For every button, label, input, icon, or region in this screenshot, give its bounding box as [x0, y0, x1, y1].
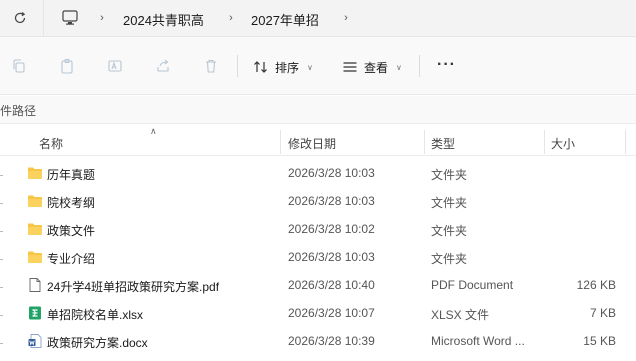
- toolbar-divider: [237, 55, 238, 77]
- chevron-down-icon: ∨: [307, 62, 313, 72]
- address-divider: [43, 0, 44, 37]
- sort-ascending-icon: ∧: [150, 126, 157, 136]
- copy-button[interactable]: [10, 57, 28, 75]
- file-row[interactable]: 政策文件 2026/3/28 10:02 文件夹: [0, 215, 636, 243]
- file-name: 单招院校名单.xlsx: [47, 308, 144, 322]
- file-size: 7 KB: [589, 306, 616, 320]
- view-button[interactable]: 查看 ∨: [342, 57, 402, 77]
- file-modified: 2026/3/28 10:40: [288, 278, 375, 292]
- delete-button[interactable]: [202, 57, 220, 75]
- breadcrumb-item[interactable]: 2024共青职高: [123, 10, 204, 29]
- share-icon: [157, 59, 169, 72]
- address-bar: › 2024共青职高 › 2027年单招 ›: [0, 0, 636, 37]
- file-type: Microsoft Word ...: [431, 334, 525, 348]
- sort-icon: [254, 61, 267, 73]
- file-modified: 2026/3/28 10:03: [288, 250, 375, 264]
- excel-file-icon: [29, 306, 41, 320]
- word-file-icon: [28, 334, 42, 348]
- file-type: 文件夹: [431, 252, 468, 266]
- paste-icon: [61, 58, 73, 74]
- folder-icon: [28, 223, 42, 235]
- breadcrumb-item[interactable]: 2027年单招: [251, 10, 319, 29]
- more-options-button[interactable]: ···: [437, 56, 456, 74]
- folder-icon: [28, 251, 42, 263]
- rename-button[interactable]: [106, 57, 124, 75]
- file-type: 文件夹: [431, 224, 468, 238]
- file-modified: 2026/3/28 10:02: [288, 222, 375, 236]
- sort-label: 排序: [275, 60, 300, 75]
- folder-icon: [28, 195, 42, 207]
- file-row[interactable]: 院校考纲 2026/3/28 10:03 文件夹: [0, 187, 636, 215]
- file-type: XLSX 文件: [431, 308, 490, 322]
- file-row[interactable]: 24升学4班单招政策研究方案.pdf 2026/3/28 10:40 PDF D…: [0, 271, 636, 299]
- column-divider[interactable]: [280, 130, 281, 154]
- file-name: 专业介绍: [47, 252, 96, 266]
- rename-icon: [108, 60, 122, 72]
- file-modified: 2026/3/28 10:03: [288, 194, 375, 208]
- copy-icon: [13, 59, 25, 73]
- column-header-name[interactable]: 名称: [39, 135, 63, 152]
- pdf-file-icon: [29, 278, 41, 292]
- file-type: 文件夹: [431, 196, 468, 210]
- path-row: 件路径: [0, 96, 636, 124]
- chevron-right-icon[interactable]: ›: [341, 11, 351, 25]
- file-size: 15 KB: [583, 334, 616, 348]
- column-header-type[interactable]: 类型: [431, 135, 455, 152]
- file-row[interactable]: 专业介绍 2026/3/28 10:03 文件夹: [0, 243, 636, 271]
- view-label: 查看: [364, 60, 389, 75]
- column-divider[interactable]: [424, 130, 425, 154]
- column-divider[interactable]: [544, 130, 545, 154]
- file-row[interactable]: 政策研究方案.docx 2026/3/28 10:39 Microsoft Wo…: [0, 327, 636, 355]
- refresh-button[interactable]: [9, 7, 31, 29]
- file-modified: 2026/3/28 10:03: [288, 166, 375, 180]
- file-modified: 2026/3/28 10:07: [288, 306, 375, 320]
- chevron-right-icon[interactable]: ›: [226, 11, 236, 25]
- file-name: 政策研究方案.docx: [47, 336, 148, 350]
- navigation-pane-edge[interactable]: [0, 167, 5, 357]
- column-headers: ∧ 名称 修改日期 类型 大小: [0, 126, 636, 156]
- column-header-modified[interactable]: 修改日期: [288, 135, 336, 152]
- refresh-icon: [14, 12, 26, 24]
- folder-icon: [28, 167, 42, 179]
- file-name: 历年真题: [47, 168, 96, 182]
- chevron-down-icon: ∨: [396, 62, 402, 72]
- file-size: 126 KB: [576, 278, 616, 292]
- path-label: 件路径: [0, 104, 37, 118]
- file-type: PDF Document: [431, 278, 514, 292]
- more-icon: ···: [437, 56, 456, 73]
- file-name: 政策文件: [47, 224, 96, 238]
- column-divider[interactable]: [625, 130, 626, 154]
- file-row[interactable]: 单招院校名单.xlsx 2026/3/28 10:07 XLSX 文件 7 KB: [0, 299, 636, 327]
- file-row[interactable]: 历年真题 2026/3/28 10:03 文件夹: [0, 159, 636, 187]
- column-header-size[interactable]: 大小: [551, 135, 575, 152]
- command-bar: 排序 ∨ 查看 ∨ ···: [0, 37, 636, 95]
- paste-button[interactable]: [58, 57, 76, 75]
- view-list-icon: [343, 62, 357, 72]
- sort-button[interactable]: 排序 ∨: [253, 57, 313, 77]
- file-name: 院校考纲: [47, 196, 96, 210]
- file-modified: 2026/3/28 10:39: [288, 334, 375, 348]
- file-type: 文件夹: [431, 168, 468, 182]
- toolbar-divider: [419, 55, 420, 77]
- share-button[interactable]: [154, 57, 172, 75]
- trash-icon: [206, 59, 216, 73]
- computer-icon: [62, 10, 78, 25]
- file-name: 24升学4班单招政策研究方案.pdf: [47, 280, 220, 294]
- chevron-right-icon[interactable]: ›: [97, 11, 107, 25]
- this-pc-button[interactable]: [60, 9, 80, 27]
